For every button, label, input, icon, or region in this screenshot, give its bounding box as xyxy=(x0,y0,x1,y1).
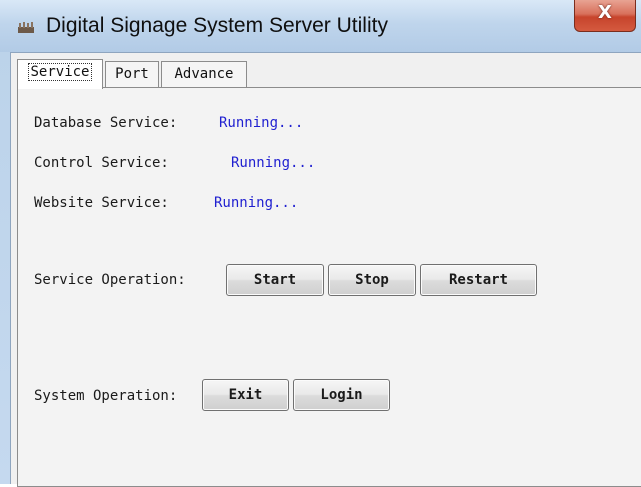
tab-service-label: Service xyxy=(28,63,92,81)
restart-button[interactable]: Restart xyxy=(420,264,537,296)
database-service-label: Database Service: xyxy=(34,115,178,131)
website-service-label: Website Service: xyxy=(34,195,169,211)
tab-advance-label: Advance xyxy=(174,66,234,82)
service-operation-label: Service Operation: xyxy=(34,272,186,288)
database-service-status: Running... xyxy=(219,115,304,131)
panel-background: Database Service: Running... Control Ser… xyxy=(18,88,641,486)
tab-port-label: Port xyxy=(115,66,149,82)
window-title: Digital Signage System Server Utility xyxy=(46,14,388,37)
tab-advance[interactable]: Advance xyxy=(161,61,247,87)
app-icon xyxy=(18,22,34,33)
client-area: Service Port Advance Database Service: R… xyxy=(10,52,641,487)
stop-button[interactable]: Stop xyxy=(328,264,416,296)
close-button[interactable]: X xyxy=(574,0,636,32)
title-bar[interactable]: Digital Signage System Server Utility X xyxy=(0,0,641,52)
login-button[interactable]: Login xyxy=(293,379,390,411)
tab-service[interactable]: Service xyxy=(17,59,103,89)
control-service-label: Control Service: xyxy=(34,155,169,171)
tab-port[interactable]: Port xyxy=(105,61,159,87)
start-button[interactable]: Start xyxy=(226,264,324,296)
app-window: Digital Signage System Server Utility X … xyxy=(0,0,641,487)
website-service-status: Running... xyxy=(214,195,299,211)
control-service-status: Running... xyxy=(231,155,316,171)
system-operation-label: System Operation: xyxy=(34,388,178,404)
exit-button[interactable]: Exit xyxy=(202,379,289,411)
service-tab-panel: Database Service: Running... Control Ser… xyxy=(17,87,641,487)
close-icon: X xyxy=(598,2,612,23)
